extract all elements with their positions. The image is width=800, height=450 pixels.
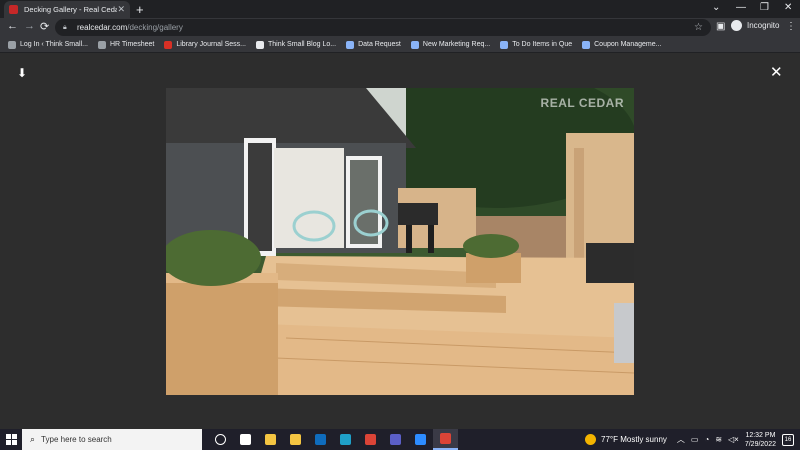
tab-title: Decking Gallery - Real Cedar xyxy=(24,5,118,14)
taskbar-app-zoom[interactable] xyxy=(408,429,433,450)
bookmark-item[interactable]: To Do Items in Que xyxy=(500,40,573,49)
back-button[interactable]: ← xyxy=(7,20,18,32)
taskbar-app-task-view[interactable] xyxy=(208,429,233,450)
tab-search-icon[interactable]: ⌄ xyxy=(712,2,720,13)
bookmark-favicon-icon xyxy=(582,40,591,49)
bookmark-label: Coupon Manageme... xyxy=(594,41,662,48)
clock[interactable]: 12:32 PM 7/29/2022 xyxy=(745,431,776,449)
network-icon[interactable]: ◔ xyxy=(704,435,709,444)
bookmark-label: To Do Items in Que xyxy=(512,41,573,48)
edge-icon xyxy=(340,434,351,445)
image-viewer: ⬇ ✕ REAL CEDAR xyxy=(0,53,800,429)
minimize-button[interactable]: — xyxy=(736,2,746,13)
taskbar-app-chrome-incognito[interactable] xyxy=(433,429,458,450)
outlook-icon xyxy=(315,434,326,445)
forward-button[interactable]: → xyxy=(24,20,35,32)
bookmark-favicon-icon xyxy=(8,40,16,49)
battery-icon[interactable]: ▭ xyxy=(691,435,699,444)
teams-icon xyxy=(390,434,401,445)
bookmark-item[interactable]: Coupon Manageme... xyxy=(582,40,662,49)
url-path: /decking/gallery xyxy=(127,23,183,32)
window-close-button[interactable]: ✕ xyxy=(784,2,792,13)
search-icon: ⌕ xyxy=(30,434,36,444)
tab-close-icon[interactable]: ✕ xyxy=(117,4,125,15)
bookmark-item[interactable]: Library Journal Sess... xyxy=(164,40,246,49)
bookmark-label: Think Small Blog Lo... xyxy=(267,41,337,48)
clock-date: 7/29/2022 xyxy=(744,440,776,448)
brand-watermark: REAL CEDAR xyxy=(540,96,624,110)
bookmark-favicon-icon xyxy=(164,40,173,49)
windows-logo-icon xyxy=(5,434,17,445)
bookmark-item[interactable]: HR Timesheet xyxy=(97,40,155,49)
chrome-icon xyxy=(365,434,376,445)
task-view-icon xyxy=(215,434,226,445)
site-favicon-icon xyxy=(9,5,18,14)
browser-toolbar: ← → ⟳ 🔒︎ realcedar.com /decking/gallery … xyxy=(0,18,800,37)
weather-text: 77°F Mostly sunny xyxy=(601,435,667,444)
wifi-icon[interactable]: ≋ xyxy=(715,435,722,444)
volume-icon[interactable]: ◁× xyxy=(728,435,739,444)
widgets-icon xyxy=(240,434,251,445)
url-host: realcedar.com xyxy=(77,23,128,32)
bookmark-item[interactable]: Data Request xyxy=(346,40,401,49)
bookmark-favicon-icon xyxy=(255,40,264,49)
weather-widget[interactable]: 77°F Mostly sunny xyxy=(585,434,667,445)
taskbar-app-edge[interactable] xyxy=(333,429,358,450)
taskbar-app-file-explorer[interactable] xyxy=(258,429,283,450)
zoom-icon xyxy=(415,434,426,445)
sun-icon xyxy=(585,434,597,445)
bookmark-favicon-icon xyxy=(97,40,106,49)
chrome-incognito-icon xyxy=(440,433,451,444)
side-panel-icon[interactable]: ▣ xyxy=(716,21,725,32)
file-explorer-icon xyxy=(265,434,276,445)
bookmark-star-icon[interactable]: ☆ xyxy=(694,22,703,33)
gallery-photo: REAL CEDAR xyxy=(166,88,634,395)
browser-tab[interactable]: Decking Gallery - Real Cedar ✕ xyxy=(4,1,130,18)
notification-center-button[interactable]: 16 xyxy=(782,433,794,446)
restore-button[interactable]: ❐ xyxy=(760,2,769,13)
bookmark-item[interactable]: Log In ‹ Think Small... xyxy=(8,40,88,49)
bookmark-label: HR Timesheet xyxy=(109,41,155,48)
menu-kebab-icon[interactable]: ⋮ xyxy=(786,21,796,32)
system-tray: 77°F Mostly sunny ︿ ▭ ◔ ≋ ◁× 12:32 PM 7/… xyxy=(585,429,800,450)
bookmarks-bar: Log In ‹ Think Small... HR Timesheet Libra… xyxy=(0,37,800,53)
start-button[interactable] xyxy=(0,429,22,450)
bookmark-favicon-icon xyxy=(346,40,355,49)
clock-time: 12:32 PM xyxy=(745,431,776,439)
taskbar-app-teams[interactable] xyxy=(383,429,408,450)
deck-illustration xyxy=(166,88,634,395)
bookmark-label: Data Request xyxy=(358,41,401,48)
bookmark-favicon-icon xyxy=(410,40,419,49)
bookmark-label: Log In ‹ Think Small... xyxy=(20,41,88,48)
bookmark-label: Library Journal Sess... xyxy=(176,41,246,48)
incognito-indicator[interactable]: Incognito xyxy=(731,20,779,31)
taskbar-app-widgets[interactable] xyxy=(233,429,258,450)
incognito-icon xyxy=(731,20,742,31)
bookmark-label: New Marketing Req... xyxy=(422,41,491,48)
close-icon[interactable]: ✕ xyxy=(770,63,783,81)
store-icon xyxy=(290,434,301,445)
taskbar-search-input[interactable]: ⌕ Type here to search xyxy=(22,429,202,450)
taskbar-app-chrome[interactable] xyxy=(358,429,383,450)
address-bar[interactable]: 🔒︎ realcedar.com /decking/gallery ☆ xyxy=(55,19,711,36)
bookmark-favicon-icon xyxy=(500,40,509,49)
taskbar-app-outlook[interactable] xyxy=(308,429,333,450)
tab-strip: Decking Gallery - Real Cedar ✕ + ⌄ — ❐ ✕ xyxy=(0,0,800,18)
search-placeholder: Type here to search xyxy=(41,435,112,444)
chevron-up-icon[interactable]: ︿ xyxy=(677,434,685,445)
bookmark-item[interactable]: Think Small Blog Lo... xyxy=(255,40,337,49)
bookmark-item[interactable]: New Marketing Req... xyxy=(410,40,491,49)
download-icon[interactable]: ⬇ xyxy=(17,66,27,80)
taskbar-app-store[interactable] xyxy=(283,429,308,450)
new-tab-button[interactable]: + xyxy=(136,2,144,17)
reload-button[interactable]: ⟳ xyxy=(40,20,49,33)
windows-taskbar: ⌕ Type here to search 77°F Mostly sunny … xyxy=(0,429,800,450)
incognito-label: Incognito xyxy=(747,21,780,30)
lock-icon[interactable]: 🔒︎ xyxy=(63,24,70,31)
taskbar-apps xyxy=(208,429,458,450)
